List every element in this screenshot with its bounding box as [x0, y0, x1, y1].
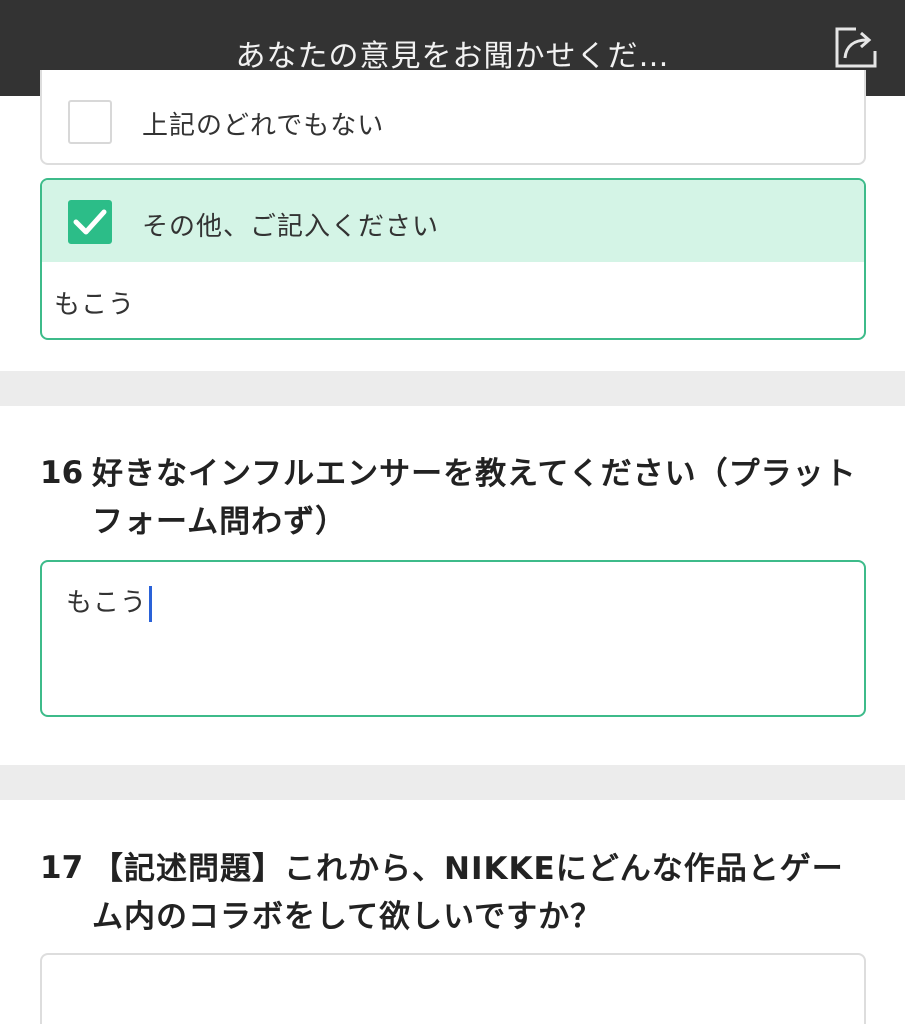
question-text: 好きなインフルエンサーを教えてください（プラットフォーム問わず） [92, 456, 857, 540]
checkbox-other-checked[interactable] [68, 200, 112, 244]
question-number: 16 [40, 455, 84, 491]
checkbox-none-of-above[interactable] [68, 100, 112, 144]
share-icon [835, 27, 877, 68]
answer-text: もこう [66, 582, 153, 622]
other-text-field[interactable]: もこう [54, 284, 135, 321]
option-label: その他、ご記入ください [142, 212, 440, 242]
option-other[interactable]: その他、ご記入ください もこう [40, 178, 866, 340]
question-number: 17 [40, 850, 84, 886]
text-caret [149, 585, 153, 622]
checkmark-icon [73, 209, 107, 235]
share-button[interactable] [833, 26, 879, 70]
question-text: 【記述問題】これから、NIKKEにどんな作品とゲーム内のコラボをして欲しいですか… [92, 851, 844, 935]
answer-textarea-q17[interactable] [40, 953, 866, 1024]
option-other-header[interactable]: その他、ご記入ください [42, 180, 864, 262]
section-divider [0, 371, 905, 406]
page-title: あなたの意見をお聞かせくだ… [235, 39, 670, 74]
option-label: 上記のどれでもない [142, 111, 385, 141]
answer-textarea-q16[interactable]: もこう [40, 560, 866, 717]
section-divider [0, 765, 905, 800]
answer-value: もこう [66, 588, 148, 618]
option-none-of-above[interactable]: 上記のどれでもない [40, 70, 866, 165]
